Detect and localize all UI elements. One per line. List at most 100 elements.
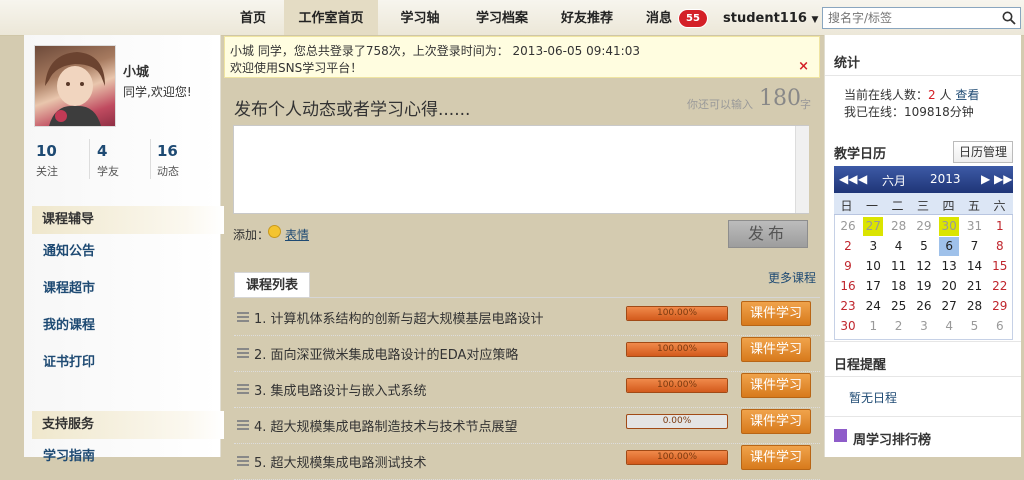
calendar-day[interactable]: 14 (965, 257, 985, 276)
course-title[interactable]: 4. 超大规模集成电路制造技术与技术节点展望 (254, 416, 518, 435)
calendar-day[interactable]: 23 (838, 297, 858, 316)
stat-classmates[interactable]: 4 学友 (97, 142, 147, 179)
calendar-day[interactable]: 10 (863, 257, 883, 276)
stat-posts[interactable]: 16 动态 (157, 142, 207, 179)
divider (825, 376, 1021, 377)
calendar-day[interactable]: 22 (990, 277, 1010, 296)
sidebar-item-study-guide[interactable]: 学习指南 (43, 445, 95, 464)
calendar-day[interactable]: 4 (889, 237, 909, 256)
sidebar-item-my-courses[interactable]: 我的课程 (43, 314, 95, 333)
calendar-day[interactable]: 2 (889, 317, 909, 336)
course-title[interactable]: 2. 面向深亚微米集成电路设计的EDA对应策略 (254, 344, 518, 363)
calendar-day[interactable]: 26 (838, 217, 858, 236)
user-name[interactable]: 小城 (123, 61, 149, 80)
list-icon (237, 384, 249, 394)
calendar-day[interactable]: 5 (965, 317, 985, 336)
calendar-day[interactable]: 1 (863, 317, 883, 336)
calendar-day[interactable]: 3 (863, 237, 883, 256)
prev-year-icon[interactable]: ◀◀ (839, 172, 857, 186)
calendar-day[interactable]: 6 (939, 237, 960, 256)
calendar-day[interactable]: 17 (863, 277, 883, 296)
nav-learning-timeline[interactable]: 学习轴 (388, 0, 452, 35)
calendar-day[interactable]: 19 (914, 277, 934, 296)
next-month-icon[interactable]: ▶ (981, 172, 990, 186)
search-icon[interactable] (1002, 11, 1016, 25)
message-count-badge[interactable]: 55 (679, 10, 707, 27)
nav-messages[interactable]: 消息 (640, 0, 678, 35)
next-year-icon[interactable]: ▶▶ (994, 172, 1012, 186)
calendar-header: ◀◀ ◀ 六月 2013 ▶ ▶▶ (834, 166, 1013, 193)
close-icon[interactable]: × (798, 59, 809, 74)
calendar-day[interactable]: 3 (914, 317, 934, 336)
sidebar-item-certificate-print[interactable]: 证书打印 (43, 351, 95, 370)
calendar-day[interactable]: 29 (914, 217, 934, 236)
calendar-manage-button[interactable]: 日历管理 (953, 141, 1013, 163)
calendar-day[interactable]: 27 (939, 297, 959, 316)
calendar-day[interactable]: 18 (889, 277, 909, 296)
calendar-day[interactable]: 15 (990, 257, 1010, 276)
sidebar-item-course-market[interactable]: 课程超市 (43, 277, 95, 296)
sidebar-item-notices[interactable]: 通知公告 (43, 240, 95, 259)
stat-divider (150, 139, 151, 179)
calendar-day[interactable]: 5 (914, 237, 934, 256)
post-textarea[interactable] (233, 125, 809, 214)
smiley-icon[interactable] (268, 225, 281, 238)
nav-studio-home[interactable]: 工作室首页 (284, 0, 378, 35)
search-input[interactable] (823, 8, 1003, 28)
prev-month-icon[interactable]: ◀ (858, 172, 867, 186)
course-row: 1. 计算机体系结构的创新与超大规模基层电路设计 100.00% 课件学习 (234, 299, 820, 336)
calendar-day[interactable]: 8 (990, 237, 1010, 256)
courseware-study-button[interactable]: 课件学习 (741, 445, 811, 470)
courseware-study-button[interactable]: 课件学习 (741, 301, 811, 326)
calendar-day[interactable]: 27 (863, 217, 884, 236)
calendar-day[interactable]: 29 (990, 297, 1010, 316)
courseware-study-button[interactable]: 课件学习 (741, 373, 811, 398)
calendar-day[interactable]: 31 (965, 217, 985, 236)
nav-home[interactable]: 首页 (228, 0, 278, 35)
more-courses-link[interactable]: 更多课程 (768, 269, 816, 286)
stat-classmates-count: 4 (97, 142, 108, 160)
calendar-month[interactable]: 六月 (882, 172, 906, 189)
avatar[interactable] (34, 45, 116, 127)
calendar-day[interactable]: 7 (965, 237, 985, 256)
emoji-link[interactable]: 表情 (285, 226, 309, 243)
course-title[interactable]: 5. 超大规模集成电路测试技术 (254, 452, 427, 471)
calendar-day[interactable]: 11 (889, 257, 909, 276)
calendar-day[interactable]: 1 (990, 217, 1010, 236)
tab-course-list[interactable]: 课程列表 (234, 272, 310, 298)
courseware-study-button[interactable]: 课件学习 (741, 409, 811, 434)
calendar-day[interactable]: 9 (838, 257, 858, 276)
view-online-link[interactable]: 查看 (955, 88, 979, 102)
calendar-day[interactable]: 28 (965, 297, 985, 316)
calendar-day[interactable]: 13 (939, 257, 959, 276)
textarea-scrollbar[interactable] (795, 126, 809, 213)
stat-following[interactable]: 10 关注 (36, 142, 86, 179)
course-title[interactable]: 3. 集成电路设计与嵌入式系统 (254, 380, 427, 399)
courseware-study-button[interactable]: 课件学习 (741, 337, 811, 362)
char-hint-suffix: 字 (800, 98, 811, 111)
calendar-day[interactable]: 30 (939, 217, 960, 236)
calendar-day[interactable]: 16 (838, 277, 858, 296)
calendar-day[interactable]: 25 (889, 297, 909, 316)
calendar-day[interactable]: 28 (889, 217, 909, 236)
calendar-year[interactable]: 2013 (930, 172, 961, 186)
nav-friend-recommend[interactable]: 好友推荐 (548, 0, 626, 35)
calendar-day[interactable]: 21 (965, 277, 985, 296)
teaching-calendar-title: 教学日历 (834, 147, 887, 162)
online-unit: 人 (939, 88, 952, 102)
calendar-day[interactable]: 24 (863, 297, 883, 316)
weekly-ranking-title[interactable]: 周学习排行榜 (853, 429, 931, 448)
calendar-day[interactable]: 12 (914, 257, 934, 276)
course-title[interactable]: 1. 计算机体系结构的创新与超大规模基层电路设计 (254, 308, 544, 327)
stat-classmates-label: 学友 (97, 165, 119, 178)
calendar-day[interactable]: 26 (914, 297, 934, 316)
calendar-day[interactable]: 2 (838, 237, 858, 256)
calendar-day[interactable]: 30 (838, 317, 858, 336)
user-menu[interactable]: student116 ▼ (723, 0, 818, 35)
calendar-day[interactable]: 20 (939, 277, 959, 296)
nav-learning-archive[interactable]: 学习档案 (462, 0, 542, 35)
calendar-day[interactable]: 4 (939, 317, 959, 336)
progress-text: 100.00% (656, 344, 698, 354)
calendar-day[interactable]: 6 (990, 317, 1010, 336)
publish-button[interactable]: 发布 (728, 220, 808, 248)
